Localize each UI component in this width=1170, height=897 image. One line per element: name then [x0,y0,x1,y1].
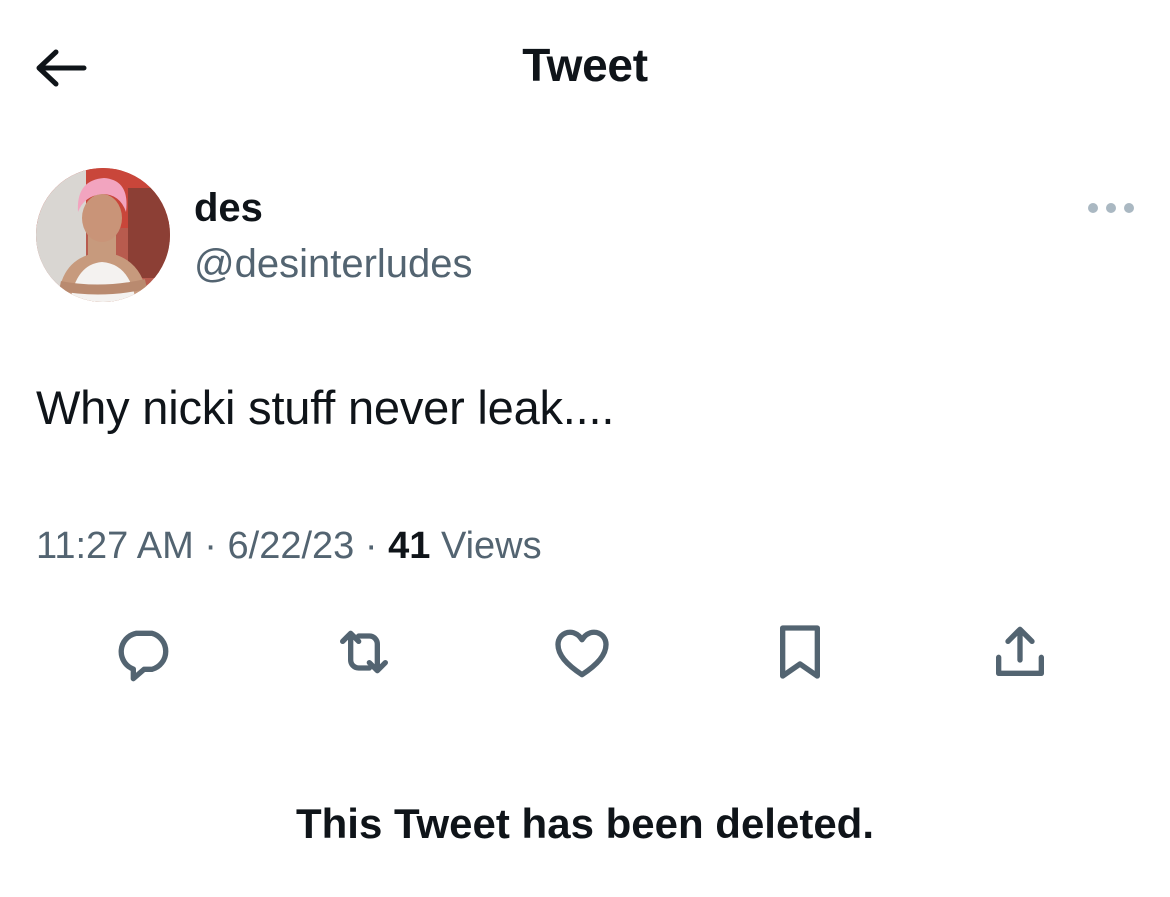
tweet-author: des @desinterludes [36,168,1136,308]
meta-separator: · [204,525,217,567]
tweet-actions [0,612,1170,692]
tweet-text: Why nicki stuff never leak.... [36,381,615,434]
like-button[interactable] [542,612,622,692]
share-button[interactable] [980,612,1060,692]
meta-separator: · [364,525,378,567]
more-options-button[interactable] [1076,190,1146,226]
retweet-button[interactable] [324,612,404,692]
more-horizontal-icon [1088,203,1134,213]
bookmark-icon [780,625,820,679]
views-count[interactable]: 41 [388,525,430,567]
page-title: Tweet [522,39,648,91]
tweet-date[interactable]: 6/22/23 [228,525,355,567]
top-bar: Tweet [0,0,1170,134]
retweet-icon [340,630,388,674]
username-handle[interactable]: @desinterludes [194,242,473,287]
avatar[interactable] [36,168,170,302]
share-icon [996,626,1044,676]
views-label[interactable]: Views [441,525,542,567]
bookmark-button[interactable] [760,612,840,692]
avatar-image [36,168,170,302]
tweet-metadata: 11:27 AM · 6/22/23 · 41 Views [36,525,542,568]
reply-icon [118,630,169,682]
reply-button[interactable] [104,612,184,692]
display-name[interactable]: des [194,186,263,231]
deleted-tweet-notice: This Tweet has been deleted. [295,800,875,847]
tweet-time[interactable]: 11:27 AM [36,525,194,567]
like-icon [555,629,609,678]
